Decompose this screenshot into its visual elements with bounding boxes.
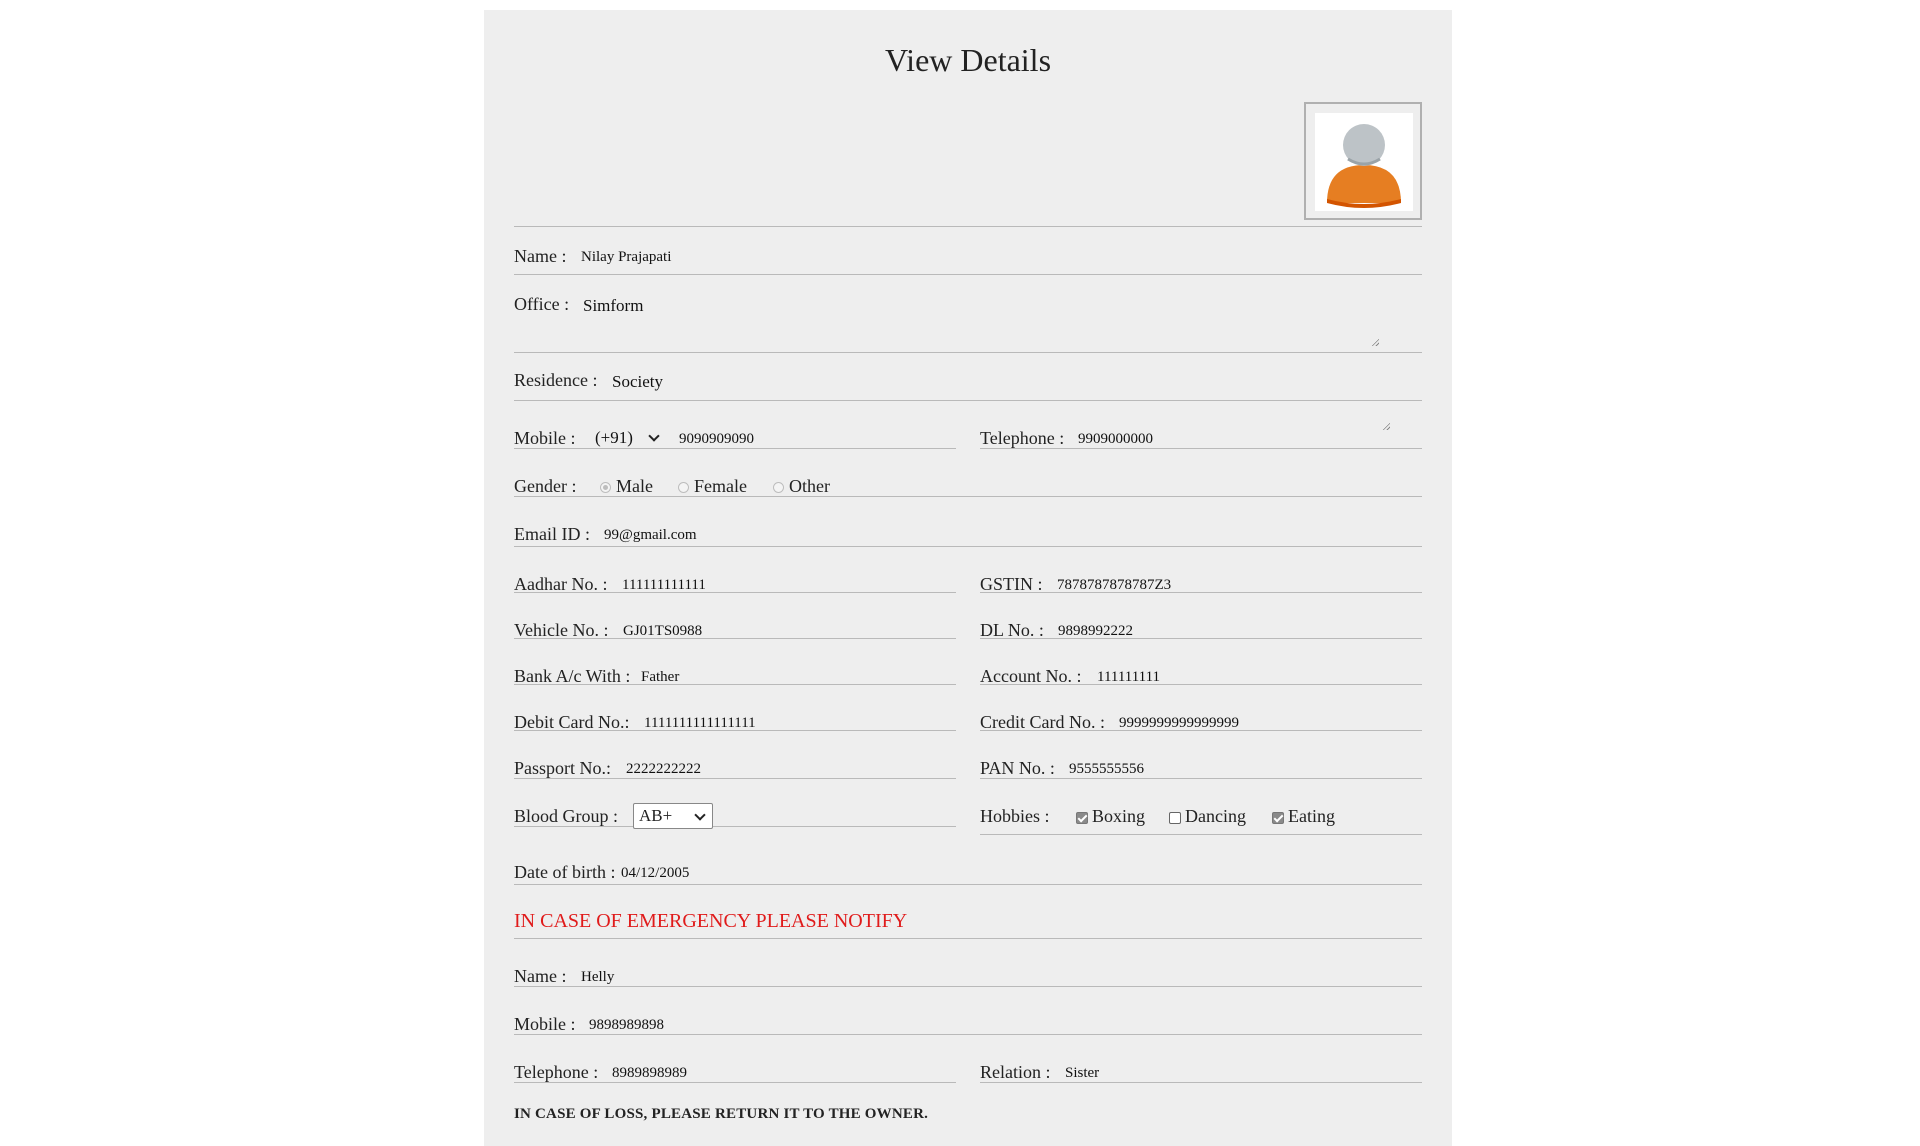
checkbox-checked-icon[interactable] bbox=[1076, 811, 1088, 824]
chevron-down-icon bbox=[648, 430, 660, 442]
gender-male-label: Male bbox=[616, 476, 653, 496]
office-value: Simform bbox=[583, 296, 644, 315]
emergency-heading-row: IN CASE OF EMERGENCY PLEASE NOTIFY bbox=[514, 884, 1422, 939]
residence-label: Residence : bbox=[514, 370, 598, 390]
telephone-value: 9909000000 bbox=[1078, 431, 1153, 447]
gender-other[interactable]: Other bbox=[773, 476, 830, 497]
dl-row: DL No. : 9898992222 bbox=[980, 592, 1422, 640]
dob-label: Date of birth : bbox=[514, 862, 616, 882]
hobby-boxing-label: Boxing bbox=[1092, 806, 1146, 826]
radio-icon[interactable] bbox=[773, 482, 784, 494]
account-row: Account No. : 111111111 bbox=[980, 638, 1422, 686]
details-form: View Details Name : Nilay Prajapati Offi… bbox=[514, 10, 1422, 1146]
dob-value: 04/12/2005 bbox=[621, 865, 690, 881]
name-value: Nilay Prajapati bbox=[581, 249, 672, 265]
resize-handle-icon[interactable] bbox=[1371, 338, 1379, 346]
vehicle-row: Vehicle No. : GJ01TS0988 bbox=[514, 592, 956, 640]
blood-group-row: Blood Group : AB+ bbox=[514, 778, 956, 829]
profile-photo bbox=[1304, 102, 1422, 220]
gstin-row: GSTIN : 7878787878787Z3 bbox=[980, 546, 1422, 594]
bank-row: Bank A/c With : Father bbox=[514, 638, 956, 686]
emergency-telephone-row: Telephone : 8989898989 bbox=[514, 1034, 956, 1083]
email-row: Email ID : 99@gmail.com bbox=[514, 496, 1422, 547]
passport-label: Passport No.: bbox=[514, 758, 612, 778]
blood-group-label: Blood Group : bbox=[514, 806, 619, 826]
hobby-dancing[interactable]: Dancing bbox=[1169, 806, 1246, 827]
passport-row: Passport No.: 2222222222 bbox=[514, 730, 956, 779]
emergency-mobile-row: Mobile : 9898989898 bbox=[514, 986, 1422, 1035]
office-label: Office : bbox=[514, 294, 570, 314]
residence-value: Society bbox=[612, 372, 663, 391]
dob-row: Date of birth : 04/12/2005 bbox=[514, 834, 1422, 885]
radio-icon[interactable] bbox=[678, 482, 689, 494]
emergency-name-value: Helly bbox=[581, 969, 615, 985]
debit-row: Debit Card No.: 1111111111111111 bbox=[514, 684, 956, 732]
avatar-icon bbox=[1315, 113, 1413, 211]
mobile-row: Mobile : (+91) 9090909090 bbox=[514, 400, 956, 449]
emergency-telephone-value: 8989898989 bbox=[612, 1065, 687, 1081]
pan-label: PAN No. : bbox=[980, 758, 1055, 778]
blood-group-value: AB+ bbox=[639, 806, 673, 825]
gender-label: Gender : bbox=[514, 476, 577, 496]
radio-icon[interactable] bbox=[600, 482, 611, 494]
residence-row: Residence : Society bbox=[514, 352, 1422, 430]
email-label: Email ID : bbox=[514, 524, 590, 544]
emergency-mobile-label: Mobile : bbox=[514, 1014, 576, 1034]
checkbox-icon[interactable] bbox=[1169, 811, 1181, 824]
relation-label: Relation : bbox=[980, 1062, 1051, 1082]
emergency-heading: IN CASE OF EMERGENCY PLEASE NOTIFY bbox=[514, 910, 908, 932]
relation-value: Sister bbox=[1065, 1065, 1100, 1081]
hobby-eating-label: Eating bbox=[1288, 806, 1335, 826]
hobbies-row: Hobbies : Boxing Dancing Eating bbox=[980, 778, 1422, 835]
hobby-eating[interactable]: Eating bbox=[1272, 806, 1335, 827]
page-title: View Details bbox=[884, 42, 1052, 78]
country-code-select[interactable]: (+91) bbox=[595, 428, 633, 448]
mobile-label: Mobile : bbox=[514, 428, 576, 448]
office-row: Office : Simform bbox=[514, 274, 1422, 353]
telephone-label: Telephone : bbox=[980, 428, 1065, 448]
gender-male[interactable]: Male bbox=[600, 476, 653, 497]
name-row: Name : Nilay Prajapati bbox=[514, 226, 1422, 275]
email-value: 99@gmail.com bbox=[604, 527, 697, 543]
pan-value: 9555555556 bbox=[1069, 761, 1144, 777]
emergency-mobile-value: 9898989898 bbox=[589, 1017, 664, 1033]
gender-other-label: Other bbox=[789, 476, 830, 496]
gender-female-label: Female bbox=[694, 476, 747, 496]
telephone-row: Telephone : 9909000000 bbox=[980, 400, 1422, 449]
checkbox-checked-icon[interactable] bbox=[1272, 811, 1284, 824]
hobbies-label: Hobbies : bbox=[980, 806, 1050, 826]
gender-row: Gender : Male Female Other bbox=[514, 448, 1422, 497]
hobby-dancing-label: Dancing bbox=[1185, 806, 1246, 826]
credit-row: Credit Card No. : 9999999999999999 bbox=[980, 684, 1422, 732]
hobby-boxing[interactable]: Boxing bbox=[1076, 806, 1145, 827]
chevron-down-icon bbox=[694, 809, 706, 821]
name-label: Name : bbox=[514, 246, 567, 266]
pan-row: PAN No. : 9555555556 bbox=[980, 730, 1422, 779]
gender-female[interactable]: Female bbox=[678, 476, 747, 497]
relation-row: Relation : Sister bbox=[980, 1034, 1422, 1083]
aadhar-row: Aadhar No. : 111111111111 bbox=[514, 546, 956, 594]
details-card: View Details Name : Nilay Prajapati Offi… bbox=[484, 10, 1452, 1146]
passport-value: 2222222222 bbox=[626, 761, 701, 777]
emergency-name-row: Name : Helly bbox=[514, 938, 1422, 987]
loss-return-note: IN CASE OF LOSS, PLEASE RETURN IT TO THE… bbox=[514, 1106, 929, 1122]
emergency-name-label: Name : bbox=[514, 966, 567, 986]
blood-group-select[interactable]: AB+ bbox=[633, 803, 713, 829]
mobile-value: 9090909090 bbox=[679, 431, 754, 447]
emergency-telephone-label: Telephone : bbox=[514, 1062, 599, 1082]
